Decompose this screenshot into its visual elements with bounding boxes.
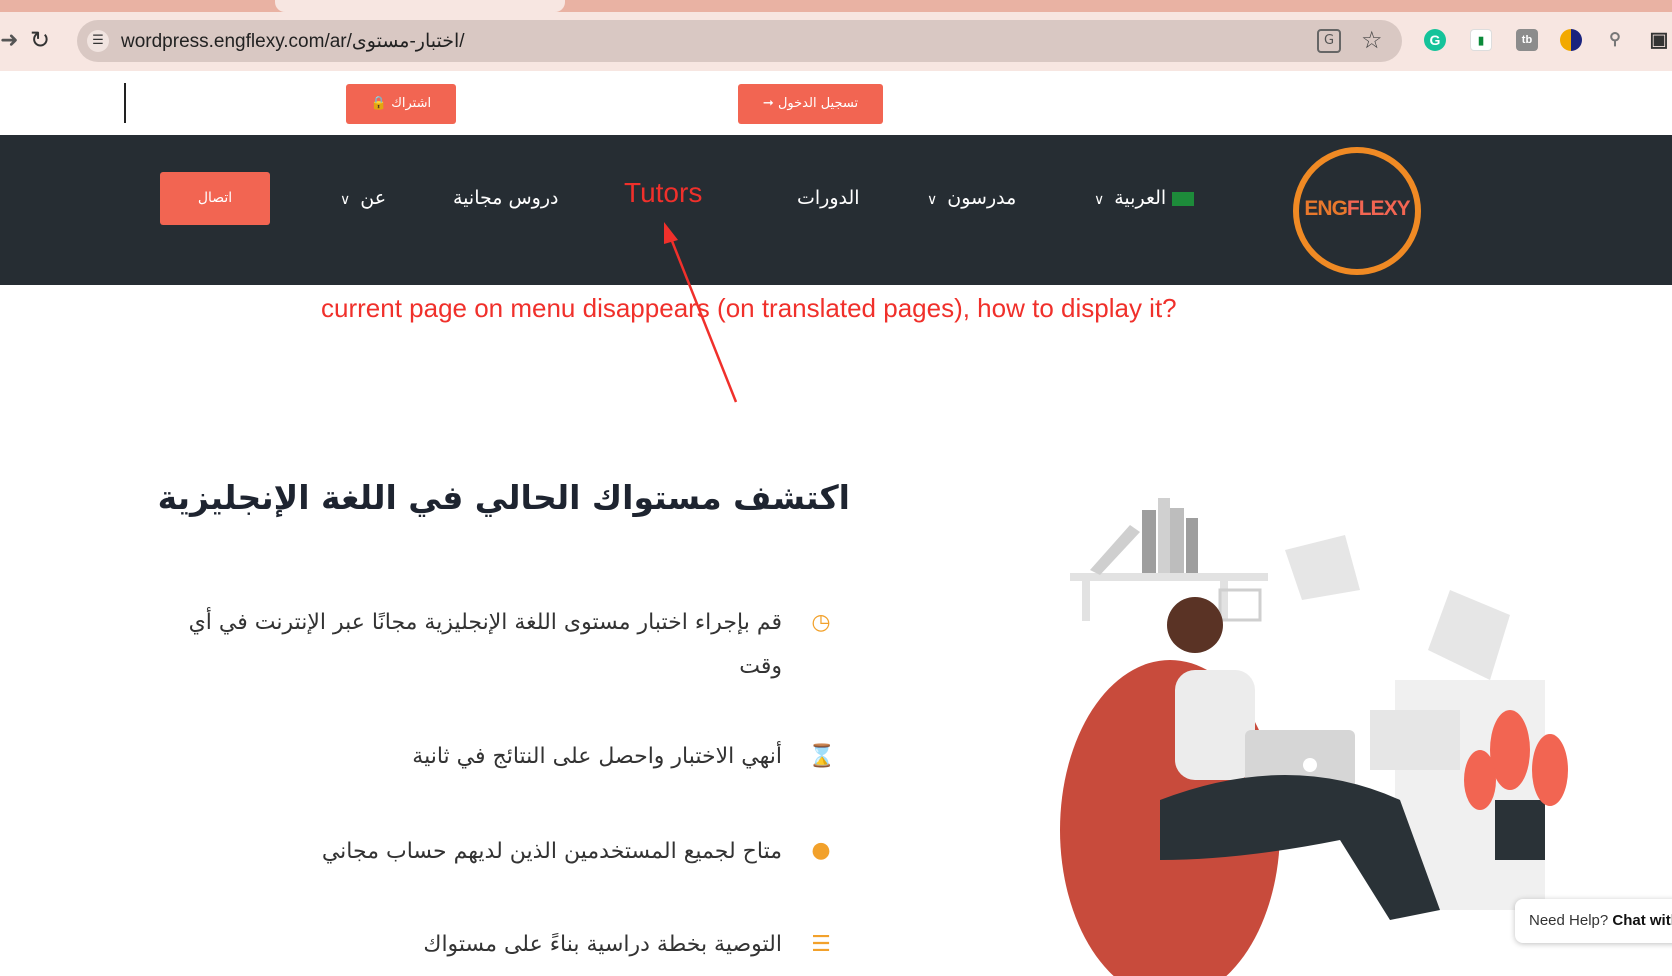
nav-item-tutors[interactable]: Tutors bbox=[624, 177, 702, 209]
feature-item: متاح لجميع المستخدمين الذين لديهم حساب م… bbox=[321, 839, 782, 864]
subscribe-label: اشتراك bbox=[391, 96, 432, 111]
nav-item-teachers[interactable]: مدرسون ∨ bbox=[927, 187, 1016, 209]
arrow-right-icon: ➞ bbox=[762, 96, 774, 111]
url-text[interactable]: wordpress.engflexy.com/ar/اختبار-مستوى/ bbox=[121, 30, 465, 53]
main-navbar: اتصال عن ∨ دروس مجانية Tutors الدورات مدر… bbox=[0, 135, 1672, 285]
logo-text: ENGFLEXY bbox=[1304, 197, 1410, 220]
shelf bbox=[1070, 498, 1268, 621]
feature-item: أنهي الاختبار واحصل على النتائج في ثانية bbox=[412, 744, 782, 769]
nav-item-free-lessons[interactable]: دروس مجانية bbox=[453, 187, 558, 209]
folders bbox=[1218, 535, 1510, 680]
translate-icon[interactable]: G bbox=[1317, 29, 1341, 53]
chat-widget[interactable]: Need Help? Chat with bbox=[1515, 899, 1672, 943]
login-label: تسجيل الدخول bbox=[777, 96, 859, 111]
nav-item-about[interactable]: عن ∨ bbox=[340, 187, 386, 209]
address-bar[interactable]: ☰ wordpress.engflexy.com/ar/اختبار-مستوى… bbox=[77, 20, 1402, 62]
chat-prefix: Need Help? bbox=[1529, 912, 1609, 929]
tb-extension-icon[interactable]: tb bbox=[1516, 29, 1538, 51]
subscribe-button[interactable]: 🔒 اشتراك bbox=[346, 84, 456, 124]
reload-icon[interactable]: ↻ bbox=[30, 26, 50, 54]
layers-icon: ☰ bbox=[811, 932, 831, 957]
chevron-down-icon: ∨ bbox=[340, 192, 351, 208]
nav-item-courses[interactable]: الدورات bbox=[797, 187, 860, 209]
page-title: اكتشف مستواك الحالي في اللغة الإنجليزية bbox=[157, 478, 850, 517]
extension-icon[interactable]: ▮ bbox=[1470, 29, 1492, 51]
annotation-text: current page on menu disappears (on tran… bbox=[321, 293, 1177, 323]
clock-icon: ◷ bbox=[811, 610, 831, 635]
hourglass-icon: ⌛ bbox=[808, 744, 836, 769]
feature-item: التوصية بخطة دراسية بناءً على مستواك bbox=[423, 932, 782, 957]
search-icon[interactable]: ⚲ bbox=[1604, 29, 1626, 51]
bookmark-star-icon[interactable]: ☆ bbox=[1361, 26, 1383, 54]
lock-icon: 🔒 bbox=[370, 96, 388, 111]
divider bbox=[124, 83, 126, 123]
site-logo[interactable]: ENGFLEXY bbox=[1293, 147, 1421, 275]
flag-icon bbox=[1172, 191, 1195, 206]
extensions-puzzle-icon[interactable]: ▣ bbox=[1648, 29, 1670, 51]
nav-item-language[interactable]: العربية ∨ bbox=[1094, 187, 1195, 209]
browser-toolbar: ➜ ↻ ☰ wordpress.engflexy.com/ar/اختبار-م… bbox=[0, 0, 1672, 71]
back-icon[interactable]: ➜ bbox=[0, 28, 18, 53]
contact-button[interactable]: اتصال bbox=[160, 172, 270, 225]
nav-label: مدرسون bbox=[947, 187, 1017, 209]
nav-label: العربية bbox=[1114, 187, 1167, 209]
chat-bold-label: Chat with bbox=[1612, 912, 1672, 929]
login-button[interactable]: ➞ تسجيل الدخول bbox=[738, 84, 883, 124]
beanbag-person bbox=[1060, 597, 1440, 976]
user-icon: ● bbox=[811, 838, 831, 863]
chevron-down-icon: ∨ bbox=[1094, 192, 1105, 208]
nav-label: عن bbox=[360, 187, 387, 209]
active-tab[interactable] bbox=[275, 0, 565, 12]
tab-strip bbox=[0, 0, 1672, 12]
grammarly-icon[interactable]: G bbox=[1424, 29, 1446, 51]
chevron-down-icon: ∨ bbox=[927, 192, 938, 208]
top-utility-bar: 🔒 اشتراك ➞ تسجيل الدخول bbox=[0, 71, 1672, 135]
site-info-icon[interactable]: ☰ bbox=[87, 30, 109, 52]
extension-icon[interactable] bbox=[1560, 29, 1582, 51]
feature-item: قم بإجراء اختبار مستوى اللغة الإنجليزية … bbox=[188, 610, 782, 679]
